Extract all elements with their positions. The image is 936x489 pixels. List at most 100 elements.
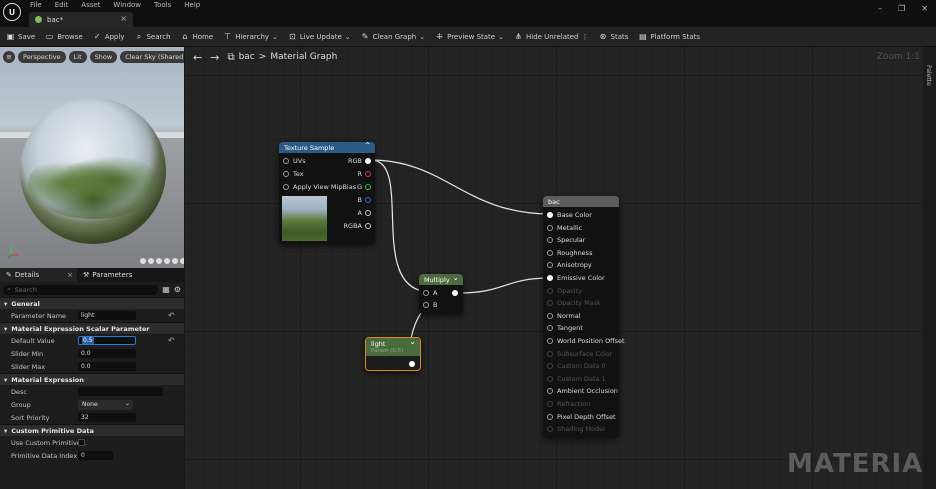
default-value-field[interactable]: 0.5 [78,336,136,345]
menu-asset[interactable]: Asset [81,1,100,9]
reset-icon[interactable]: ↶ [168,311,175,320]
texture-sample-node[interactable]: Texture Sample ⌃ UVs Tex Apply View MipB… [279,141,375,244]
material-pin[interactable]: Base Color [547,211,592,219]
pin-a[interactable]: A [423,289,437,297]
material-pin[interactable]: Normal [547,312,581,320]
material-pin[interactable]: World Position Offset [547,337,625,345]
table-view-icon[interactable]: ▦ [162,285,170,294]
scalar-parameter-node[interactable]: light Param (0.5) ⌄ [365,337,421,371]
minimize-icon[interactable]: – [878,4,882,13]
material-pin[interactable]: Roughness [547,249,592,257]
pin-a[interactable]: A [358,209,371,217]
sky-preset-dropdown[interactable]: Clear Sky (Shared) [120,51,184,63]
chevron-up-icon[interactable]: ⌃ [364,141,371,150]
use-custom-primitive-checkbox[interactable] [78,439,85,446]
stats-button[interactable]: ⊛ Stats [599,32,629,41]
chevron-down-icon[interactable]: ⌄ [452,273,459,282]
chevron-down-icon[interactable]: ⌄ [409,337,416,346]
pin-r[interactable]: R [357,170,371,178]
section-general[interactable]: ▾ General [0,297,184,309]
menu-help[interactable]: Help [184,1,200,9]
slider-min-field[interactable]: 0.0 [78,349,136,358]
save-button[interactable]: ▣ Save [6,32,35,41]
apply-button[interactable]: ✓ Apply [93,32,125,41]
cube-icon[interactable] [164,258,170,264]
sort-priority-field[interactable]: 32 [78,413,136,422]
material-pin[interactable]: Custom Data 0 [547,362,606,370]
section-material-expression[interactable]: ▾ Material Expression [0,373,184,385]
check-icon: ✓ [93,32,101,41]
slider-max-field[interactable]: 0.0 [78,362,136,371]
show-button[interactable]: Show [89,51,118,63]
close-icon[interactable]: × [67,271,73,279]
section-custom-primitive-data[interactable]: ▾ Custom Primitive Data [0,424,184,436]
material-pin[interactable]: Subsurface Color [547,350,612,358]
teapot-icon[interactable] [180,258,184,264]
unreal-logo-icon[interactable]: U [3,3,21,21]
pin-rgb[interactable]: RGB [348,157,371,165]
reset-icon[interactable]: ↶ [168,336,175,345]
material-pin[interactable]: Emissive Color [547,274,605,282]
material-pin[interactable]: Refraction [547,400,590,408]
asset-tab[interactable]: bac* × [29,12,133,27]
tab-details[interactable]: ✎ Details × [0,268,77,282]
pin-tex[interactable]: Tex [283,170,304,178]
plane-icon[interactable] [156,258,162,264]
material-pin[interactable]: Custom Data 1 [547,375,606,383]
multiply-node[interactable]: Multiply ⌄ A B [419,273,463,314]
multiply-output-pin[interactable] [452,290,458,296]
menu-edit[interactable]: Edit [55,1,69,9]
live-update-button[interactable]: ⊡ Live Update ⌄ [288,32,351,41]
pin-b[interactable]: B [423,301,437,309]
hide-unrelated-button[interactable]: ⋔ Hide Unrelated ⋮ [514,32,589,41]
material-pin[interactable]: Shading Model [547,425,605,433]
perspective-button[interactable]: Perspective [18,51,66,63]
material-pin[interactable]: Metallic [547,224,582,232]
pin-dot [547,262,553,269]
material-result-node[interactable]: bac Base Color Metallic Specular Roughness A… [543,196,625,438]
maximize-icon[interactable]: ❐ [898,4,905,13]
pin-b[interactable]: B [358,196,371,204]
viewport-menu-icon[interactable]: ≡ [3,51,15,63]
details-search-input[interactable]: ⌕ Search [3,284,159,295]
cylinder-icon[interactable] [140,258,146,264]
close-window-icon[interactable]: ✕ [921,4,928,13]
material-graph-canvas[interactable]: ← → ⧉ bac > Material Graph Zoom 1:1 Text… [185,47,936,489]
param-output-pin[interactable] [409,361,415,367]
pin-uvs[interactable]: UVs [283,157,306,165]
section-scalar-parameter[interactable]: ▾ Material Expression Scalar Parameter [0,322,184,334]
close-tab-icon[interactable]: × [120,14,127,23]
preview-state-button[interactable]: ⁜ Preview State ⌄ [435,32,504,41]
primitive-data-index-field[interactable]: 0 [78,451,113,460]
material-pin[interactable]: Anisotropy [547,261,592,269]
search-button[interactable]: ⌕ Search [134,32,171,42]
material-pin[interactable]: Pixel Depth Offset [547,413,616,421]
pin-apply-view-mipbias[interactable]: Apply View MipBias [283,183,356,191]
menu-file[interactable]: File [30,1,42,9]
pin-rgba[interactable]: RGBA [344,222,371,230]
tab-parameters[interactable]: ⚒ Parameters [77,268,138,282]
material-pin[interactable]: Specular [547,236,585,244]
preview-viewport[interactable]: ≡ Perspective Lit Show Clear Sky (Shared… [0,47,184,268]
platform-stats-button[interactable]: ▤ Platform Stats [638,32,700,41]
home-button[interactable]: ⌂ Home [181,32,213,41]
desc-field[interactable] [78,387,163,396]
browse-button[interactable]: ▭ Browse [45,32,83,41]
pin-g[interactable]: G [357,183,371,191]
lit-button[interactable]: Lit [68,51,87,63]
parameter-name-field[interactable]: light [78,311,136,320]
group-dropdown[interactable]: None ⌄ [78,399,133,410]
gear-icon[interactable]: ⚙ [174,285,181,294]
material-pin[interactable]: Tangent [547,324,583,332]
menu-tools[interactable]: Tools [154,1,171,9]
clean-graph-button[interactable]: ✎ Clean Graph ⌄ [361,32,425,41]
palette-sidebar[interactable]: Palette [923,47,936,489]
material-pin[interactable]: Opacity Mask [547,299,601,307]
material-pin[interactable]: Ambient Occlusion [547,387,618,395]
sphere-icon[interactable] [148,258,154,264]
mesh-icon[interactable] [172,258,178,264]
material-pin[interactable]: Opacity [547,287,582,295]
menu-window[interactable]: Window [113,1,141,9]
more-options-icon[interactable]: ⋮ [582,33,589,41]
hierarchy-button[interactable]: ⊤ Hierarchy ⌄ [223,32,278,41]
